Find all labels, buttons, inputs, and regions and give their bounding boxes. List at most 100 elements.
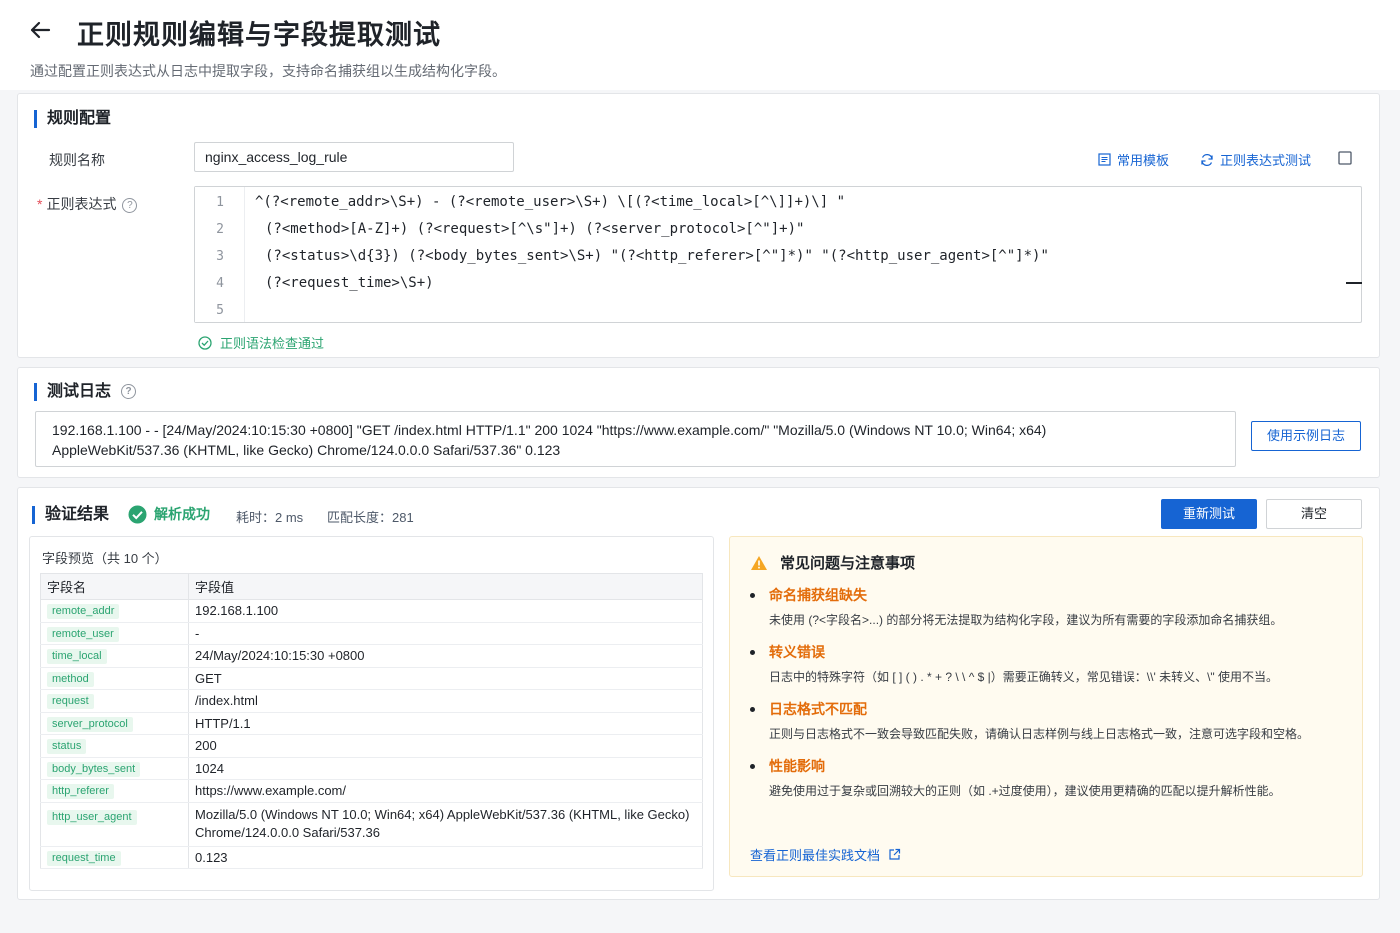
test-log-input[interactable]: 192.168.1.100 - - [24/May/2024:10:15:30 …	[35, 411, 1236, 467]
field-value: 1024	[188, 757, 703, 780]
faq-item-heading: 日志格式不匹配	[750, 699, 1350, 719]
table-row: server_protocol HTTP/1.1	[40, 712, 703, 735]
warning-icon	[751, 555, 767, 570]
syntax-check-text: 正则语法检查通过	[220, 336, 325, 351]
test-log-card: 测试日志? 192.168.1.100 - - [24/May/2024:10:…	[17, 367, 1380, 478]
page-title: 正则规则编辑与字段提取测试	[77, 20, 441, 50]
field-name-tag: remote_user	[47, 626, 119, 642]
required-mark: *	[37, 196, 43, 212]
time-cost: 耗时：2 ms	[236, 510, 304, 525]
faq-item: 转义错误 日志中的特殊字符（如 [ ] ( ) . * + ? \ \ ^ $ …	[750, 642, 1350, 685]
field-name-tag: method	[47, 671, 94, 687]
faq-item-desc: 日志中的特殊字符（如 [ ] ( ) . * + ? \ \ ^ $ |）需要正…	[769, 670, 1279, 684]
rule-name-label: 规则名称	[49, 152, 105, 168]
faq-item-heading: 命名捕获组缺失	[750, 585, 1350, 605]
faq-item-heading: 转义错误	[750, 642, 1350, 662]
regex-editor[interactable]: 1 2 3 4 5 ^(?<remote_addr>\S+) - (?<remo…	[194, 186, 1362, 323]
column-header-field-name: 字段名	[40, 573, 189, 600]
back-arrow-icon[interactable]	[27, 17, 53, 43]
field-preview-panel: 字段预览（共 10 个） 字段名 字段值 remote_addr 192.168.…	[29, 536, 714, 891]
template-icon	[1098, 153, 1111, 166]
test-log-title-text: 测试日志	[47, 383, 112, 400]
table-row: http_referer https://www.example.com/	[40, 779, 703, 803]
field-value: HTTP/1.1	[188, 712, 703, 735]
field-value: 200	[188, 734, 703, 758]
section-title-test-log: 测试日志?	[34, 383, 137, 401]
regex-label-text: 正则表达式	[46, 196, 117, 212]
field-name-tag: request_time	[47, 850, 121, 866]
field-name-tag: http_referer	[47, 784, 114, 800]
success-icon	[128, 505, 147, 523]
rule-name-input[interactable]: nginx_access_log_rule	[194, 142, 514, 172]
line-number: 5	[216, 303, 224, 318]
field-name-tag: server_protocol	[47, 716, 133, 732]
test-log-line: 192.168.1.100 - - [24/May/2024:10:15:30 …	[52, 422, 1047, 438]
refresh-icon	[1201, 153, 1213, 166]
external-link-icon	[889, 848, 901, 860]
field-value: Mozilla/5.0 (Windows NT 10.0; Win64; x64…	[188, 802, 703, 847]
editor-cursor	[1346, 282, 1362, 284]
table-row: remote_addr 192.168.1.100	[40, 599, 703, 623]
faq-item: 性能影响 避免使用过于复杂或回溯较大的正则（如 .+过度使用），建议使用更精确的…	[750, 756, 1350, 799]
syntax-check-status: 正则语法检查通过	[198, 333, 324, 352]
template-button[interactable]: 常用模板	[1098, 150, 1169, 169]
faq-item-desc: 未使用 (?<字段名>...) 的部分将无法提取为结构化字段，建议为所有需要的字…	[769, 613, 1283, 627]
field-value: -	[188, 622, 703, 645]
fullscreen-icon[interactable]	[1338, 151, 1352, 165]
editor-gutter: 1 2 3 4 5	[195, 187, 245, 322]
field-value: 192.168.1.100	[188, 599, 703, 623]
field-value: https://www.example.com/	[188, 779, 703, 803]
column-header-field-value: 字段值	[188, 573, 703, 600]
line-number: 2	[216, 222, 224, 237]
line-number: 1	[216, 195, 224, 210]
field-name-tag: body_bytes_sent	[47, 761, 141, 777]
table-row: body_bytes_sent 1024	[40, 757, 703, 780]
field-name-tag: time_local	[47, 649, 107, 665]
faq-item: 日志格式不匹配 正则与日志格式不一致会导致匹配失败，请确认日志样例与线上日志格式…	[750, 699, 1350, 742]
code-line: ^(?<remote_addr>\S+) - (?<remote_user>\S…	[255, 194, 846, 210]
check-circle-icon	[198, 335, 212, 350]
clear-button[interactable]: 清空	[1266, 499, 1362, 529]
help-icon[interactable]: ?	[122, 197, 138, 213]
regex-test-button-label: 正则表达式测试	[1220, 153, 1312, 168]
table-header-row: 字段名 字段值	[40, 573, 703, 600]
page: 正则规则编辑与字段提取测试 通过配置正则表达式从日志中提取字段，支持命名捕获组以…	[0, 0, 1400, 933]
field-value: /index.html	[188, 689, 703, 713]
faq-item-heading: 性能影响	[750, 756, 1350, 776]
use-sample-log-button[interactable]: 使用示例日志	[1251, 421, 1361, 451]
help-icon[interactable]: ?	[121, 384, 137, 400]
line-number: 4	[216, 276, 224, 291]
field-table: 字段名 字段值 remote_addr 192.168.1.100 remote_…	[40, 573, 703, 869]
field-value: 0.123	[188, 846, 703, 869]
field-preview-title: 字段预览（共 10 个）	[42, 551, 168, 566]
parse-status-text: 解析成功	[154, 506, 210, 522]
field-name-tag: remote_addr	[47, 604, 120, 620]
template-button-label: 常用模板	[1117, 153, 1170, 168]
table-row: request_time 0.123	[40, 846, 703, 869]
regex-label: * 正则表达式?	[37, 194, 138, 214]
page-subtitle: 通过配置正则表达式从日志中提取字段，支持命名捕获组以生成结构化字段。	[30, 63, 506, 79]
validation-result-card: 验证结果 解析成功 耗时：2 ms 匹配长度：281 重新测试 清空 字段预览（…	[17, 487, 1380, 900]
field-name-tag: request	[47, 694, 94, 710]
section-title-result: 验证结果	[32, 506, 109, 524]
table-row: time_local 24/May/2024:10:15:30 +0800	[40, 644, 703, 668]
faq-item-desc: 正则与日志格式不一致会导致匹配失败，请确认日志样例与线上日志格式一致，注意可选字…	[769, 727, 1310, 741]
table-row: request/index.html	[40, 689, 703, 713]
field-value: GET	[188, 667, 703, 690]
table-row: method GET	[40, 667, 703, 690]
best-practice-doc-link[interactable]: 查看正则最佳实践文档	[750, 845, 901, 864]
section-title-rule-config: 规则配置	[34, 110, 111, 128]
field-name-tag: status	[47, 739, 87, 755]
parse-status: 解析成功	[128, 504, 210, 524]
line-number: 3	[216, 249, 224, 264]
code-line: (?<method>[A-Z]+) (?<request>[^\s"]+) (?…	[265, 221, 805, 237]
field-name-tag: http_user_agent	[47, 809, 137, 825]
test-log-line: AppleWebKit/537.36 (KHTML, like Gecko) C…	[52, 442, 561, 458]
retest-button[interactable]: 重新测试	[1161, 499, 1257, 529]
table-row: remote_user -	[40, 622, 703, 645]
match-length: 匹配长度：281	[327, 510, 414, 525]
page-header: 正则规则编辑与字段提取测试 通过配置正则表达式从日志中提取字段，支持命名捕获组以…	[0, 0, 1400, 90]
doc-link-text: 查看正则最佳实践文档	[750, 848, 881, 863]
regex-test-button[interactable]: 正则表达式测试	[1200, 150, 1311, 169]
field-value: 24/May/2024:10:15:30 +0800	[188, 644, 703, 668]
